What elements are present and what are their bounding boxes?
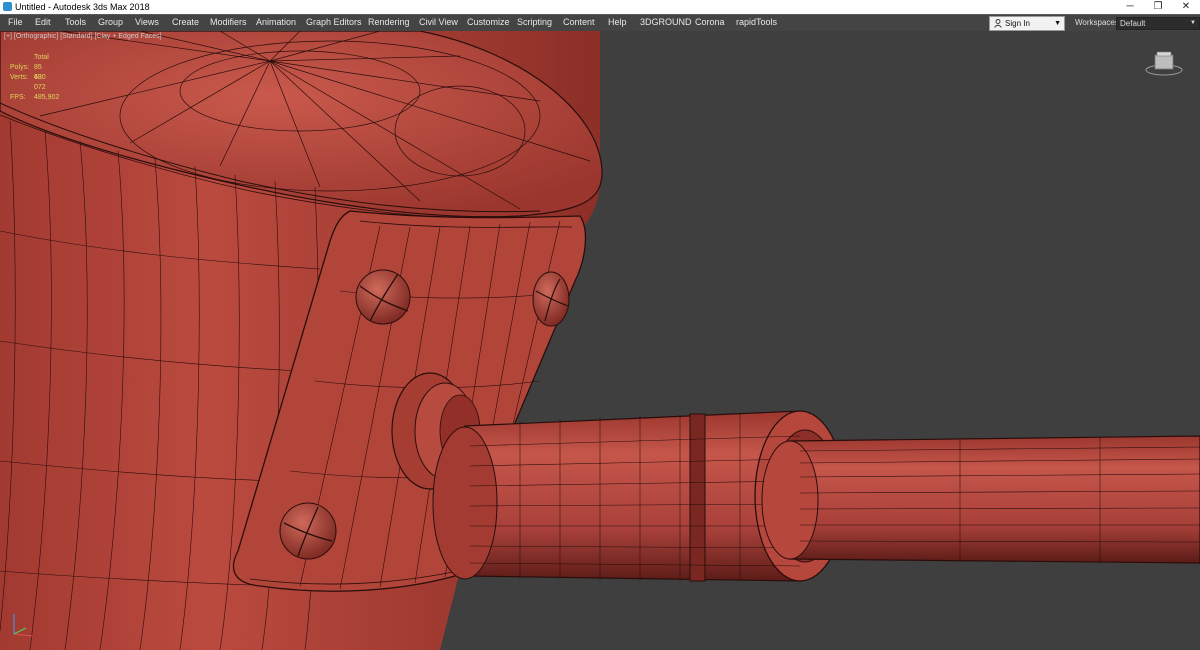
stats-verts-value: 43 072	[34, 74, 46, 91]
viewcube-icon[interactable]	[1144, 51, 1184, 77]
3dsmax-app-icon	[3, 2, 12, 11]
menu-3dground[interactable]: 3DGROUND	[640, 15, 692, 31]
window-title: Untitled - Autodesk 3ds Max 2018	[15, 2, 150, 12]
menu-modifiers[interactable]: Modifiers	[210, 15, 247, 31]
menu-bar: File Edit Tools Group Views Create Modif…	[0, 14, 1200, 32]
menu-help[interactable]: Help	[608, 15, 627, 31]
menu-civil-view[interactable]: Civil View	[419, 15, 458, 31]
stats-header: Total	[34, 54, 49, 61]
scene-render	[0, 31, 1200, 650]
stats-fps-label: FPS:	[10, 94, 26, 101]
menu-customize[interactable]: Customize	[467, 15, 510, 31]
chevron-down-icon: ▼	[1054, 20, 1061, 27]
workspaces-select[interactable]: Default ▼	[1116, 17, 1200, 30]
axis-tripod-icon	[13, 614, 33, 637]
chevron-down-icon: ▼	[1190, 20, 1196, 26]
maximize-button[interactable]: ❐	[1144, 0, 1172, 14]
sign-in-dropdown[interactable]: Sign In ▼	[989, 16, 1065, 31]
stats-verts-label: Verts:	[10, 74, 28, 81]
title-bar: Untitled - Autodesk 3ds Max 2018 ─ ❐ ✕	[0, 0, 1200, 14]
menu-graph-editors[interactable]: Graph Editors	[306, 15, 362, 31]
menu-rapidtools[interactable]: rapidTools	[736, 15, 777, 31]
menu-animation[interactable]: Animation	[256, 15, 296, 31]
close-button[interactable]: ✕	[1172, 0, 1200, 14]
shaft-model	[761, 435, 1200, 564]
sign-in-label: Sign In	[1005, 19, 1030, 28]
stats-fps-value: 485,902	[34, 94, 60, 101]
workspaces-value: Default	[1120, 19, 1146, 28]
menu-tools[interactable]: Tools	[65, 15, 86, 31]
person-icon	[994, 19, 1002, 28]
menu-file[interactable]: File	[8, 15, 23, 31]
menu-edit[interactable]: Edit	[35, 15, 51, 31]
stats-polys-label: Polys:	[10, 64, 30, 71]
menu-create[interactable]: Create	[172, 15, 199, 31]
menu-views[interactable]: Views	[135, 15, 159, 31]
viewport-label[interactable]: [+] [Orthographic] [Standard] [Clay + Ed…	[4, 33, 162, 40]
menu-rendering[interactable]: Rendering	[368, 15, 410, 31]
minimize-button[interactable]: ─	[1116, 0, 1144, 14]
menu-group[interactable]: Group	[98, 15, 123, 31]
menu-corona[interactable]: Corona	[695, 15, 725, 31]
menu-content[interactable]: Content	[563, 15, 595, 31]
perspective-viewport[interactable]: [+] [Orthographic] [Standard] [Clay + Ed…	[0, 31, 1200, 650]
workspaces-label: Workspaces:	[1075, 18, 1122, 27]
menu-scripting[interactable]: Scripting	[517, 15, 552, 31]
